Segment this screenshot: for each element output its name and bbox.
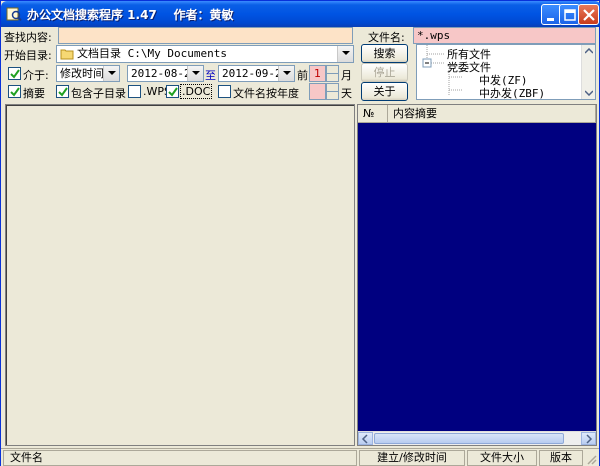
check-icon — [10, 87, 20, 97]
date-field-select[interactable]: 修改时间 — [56, 65, 120, 82]
chevron-right-icon — [586, 434, 593, 444]
start-dir-value: 文档目录 C:\My Documents — [77, 47, 227, 60]
close-button[interactable] — [578, 4, 599, 25]
stop-button[interactable]: 停止 — [361, 63, 408, 82]
chevron-up-icon — [585, 48, 593, 54]
scroll-thumb[interactable] — [374, 433, 564, 444]
months-spinner[interactable] — [326, 65, 339, 82]
dropdown-arrow[interactable] — [337, 46, 353, 62]
chevron-down-icon — [342, 51, 350, 55]
start-dir-label: 开始目录: — [4, 49, 52, 62]
search-content-input[interactable] — [58, 27, 353, 44]
summary-label: 摘要 — [23, 87, 45, 100]
status-filename: 文件名 — [3, 450, 357, 466]
filename-label: 文件名: — [368, 31, 405, 44]
tree-scrollbar[interactable] — [581, 45, 595, 99]
check-icon — [10, 69, 20, 79]
maximize-button[interactable] — [559, 4, 580, 25]
months-input[interactable]: 1 — [309, 65, 326, 82]
resize-grip-icon[interactable] — [585, 453, 597, 465]
app-window: 办公文档搜索程序 1.47 作者：黄敏 查找内容: 文件名: *.wps 开始目… — [0, 0, 600, 466]
status-file-size: 文件大小 — [467, 450, 537, 466]
start-dir-select[interactable]: 文档目录 C:\My Documents — [56, 45, 354, 63]
search-content-label: 查找内容: — [4, 31, 52, 44]
chevron-down-icon — [283, 71, 291, 75]
date-to-label: 至 — [205, 69, 216, 82]
by-year-label: 文件名按年度 — [233, 87, 299, 100]
result-list[interactable]: № 内容摘要 — [357, 104, 597, 446]
search-button[interactable]: 搜索 — [361, 44, 408, 63]
scroll-right-button[interactable] — [581, 432, 596, 445]
scroll-left-button[interactable] — [358, 432, 373, 445]
doc-checkbox[interactable] — [166, 85, 179, 98]
days-input[interactable] — [309, 83, 326, 100]
date-to-picker[interactable]: 2012-09-24 — [218, 65, 295, 82]
days-spinner[interactable] — [326, 83, 339, 100]
check-icon — [168, 87, 178, 97]
category-tree[interactable]: 所有文件 党委文件 中发(ZF) 中办发(ZBF) — [416, 44, 596, 100]
subdir-checkbox[interactable] — [56, 85, 69, 98]
window-title: 办公文档搜索程序 1.47 作者：黄敏 — [27, 8, 234, 22]
before-label: 前 — [297, 69, 308, 82]
date-filter-checkbox[interactable] — [8, 67, 21, 80]
chevron-down-icon — [585, 90, 593, 96]
about-button[interactable]: 关于 — [361, 82, 408, 101]
month-unit-label: 月 — [341, 69, 352, 82]
date-filter-label: 介于: — [23, 69, 49, 82]
status-version: 版本 — [539, 450, 583, 466]
summary-checkbox[interactable] — [8, 85, 21, 98]
date-field-value: 修改时间 — [60, 67, 104, 80]
chevron-down-icon — [108, 71, 116, 75]
wps-checkbox[interactable] — [128, 85, 141, 98]
by-year-checkbox[interactable] — [218, 85, 231, 98]
filename-input[interactable]: *.wps — [413, 27, 596, 44]
search-app-icon — [6, 7, 22, 22]
file-content-pane[interactable] — [5, 104, 355, 446]
check-icon — [58, 87, 68, 97]
column-header-summary[interactable]: 内容摘要 — [388, 105, 596, 123]
status-modified-time: 建立/修改时间 — [359, 450, 465, 466]
chevron-left-icon — [361, 434, 368, 444]
result-hscrollbar[interactable] — [358, 431, 596, 445]
status-bar: 文件名 建立/修改时间 文件大小 版本 — [1, 448, 599, 466]
close-icon — [583, 9, 595, 21]
tree-item[interactable]: 中办发(ZBF) — [479, 85, 545, 99]
doc-label: .DOC — [180, 84, 213, 99]
day-unit-label: 天 — [341, 87, 352, 100]
column-header-no[interactable]: № — [358, 105, 388, 123]
title-bar[interactable]: 办公文档搜索程序 1.47 作者：黄敏 — [1, 1, 600, 27]
subdir-label: 包含子目录 — [71, 87, 126, 100]
date-from-picker[interactable]: 2012-08-24 — [127, 65, 204, 82]
chevron-down-icon — [192, 71, 200, 75]
folder-icon — [60, 49, 74, 60]
